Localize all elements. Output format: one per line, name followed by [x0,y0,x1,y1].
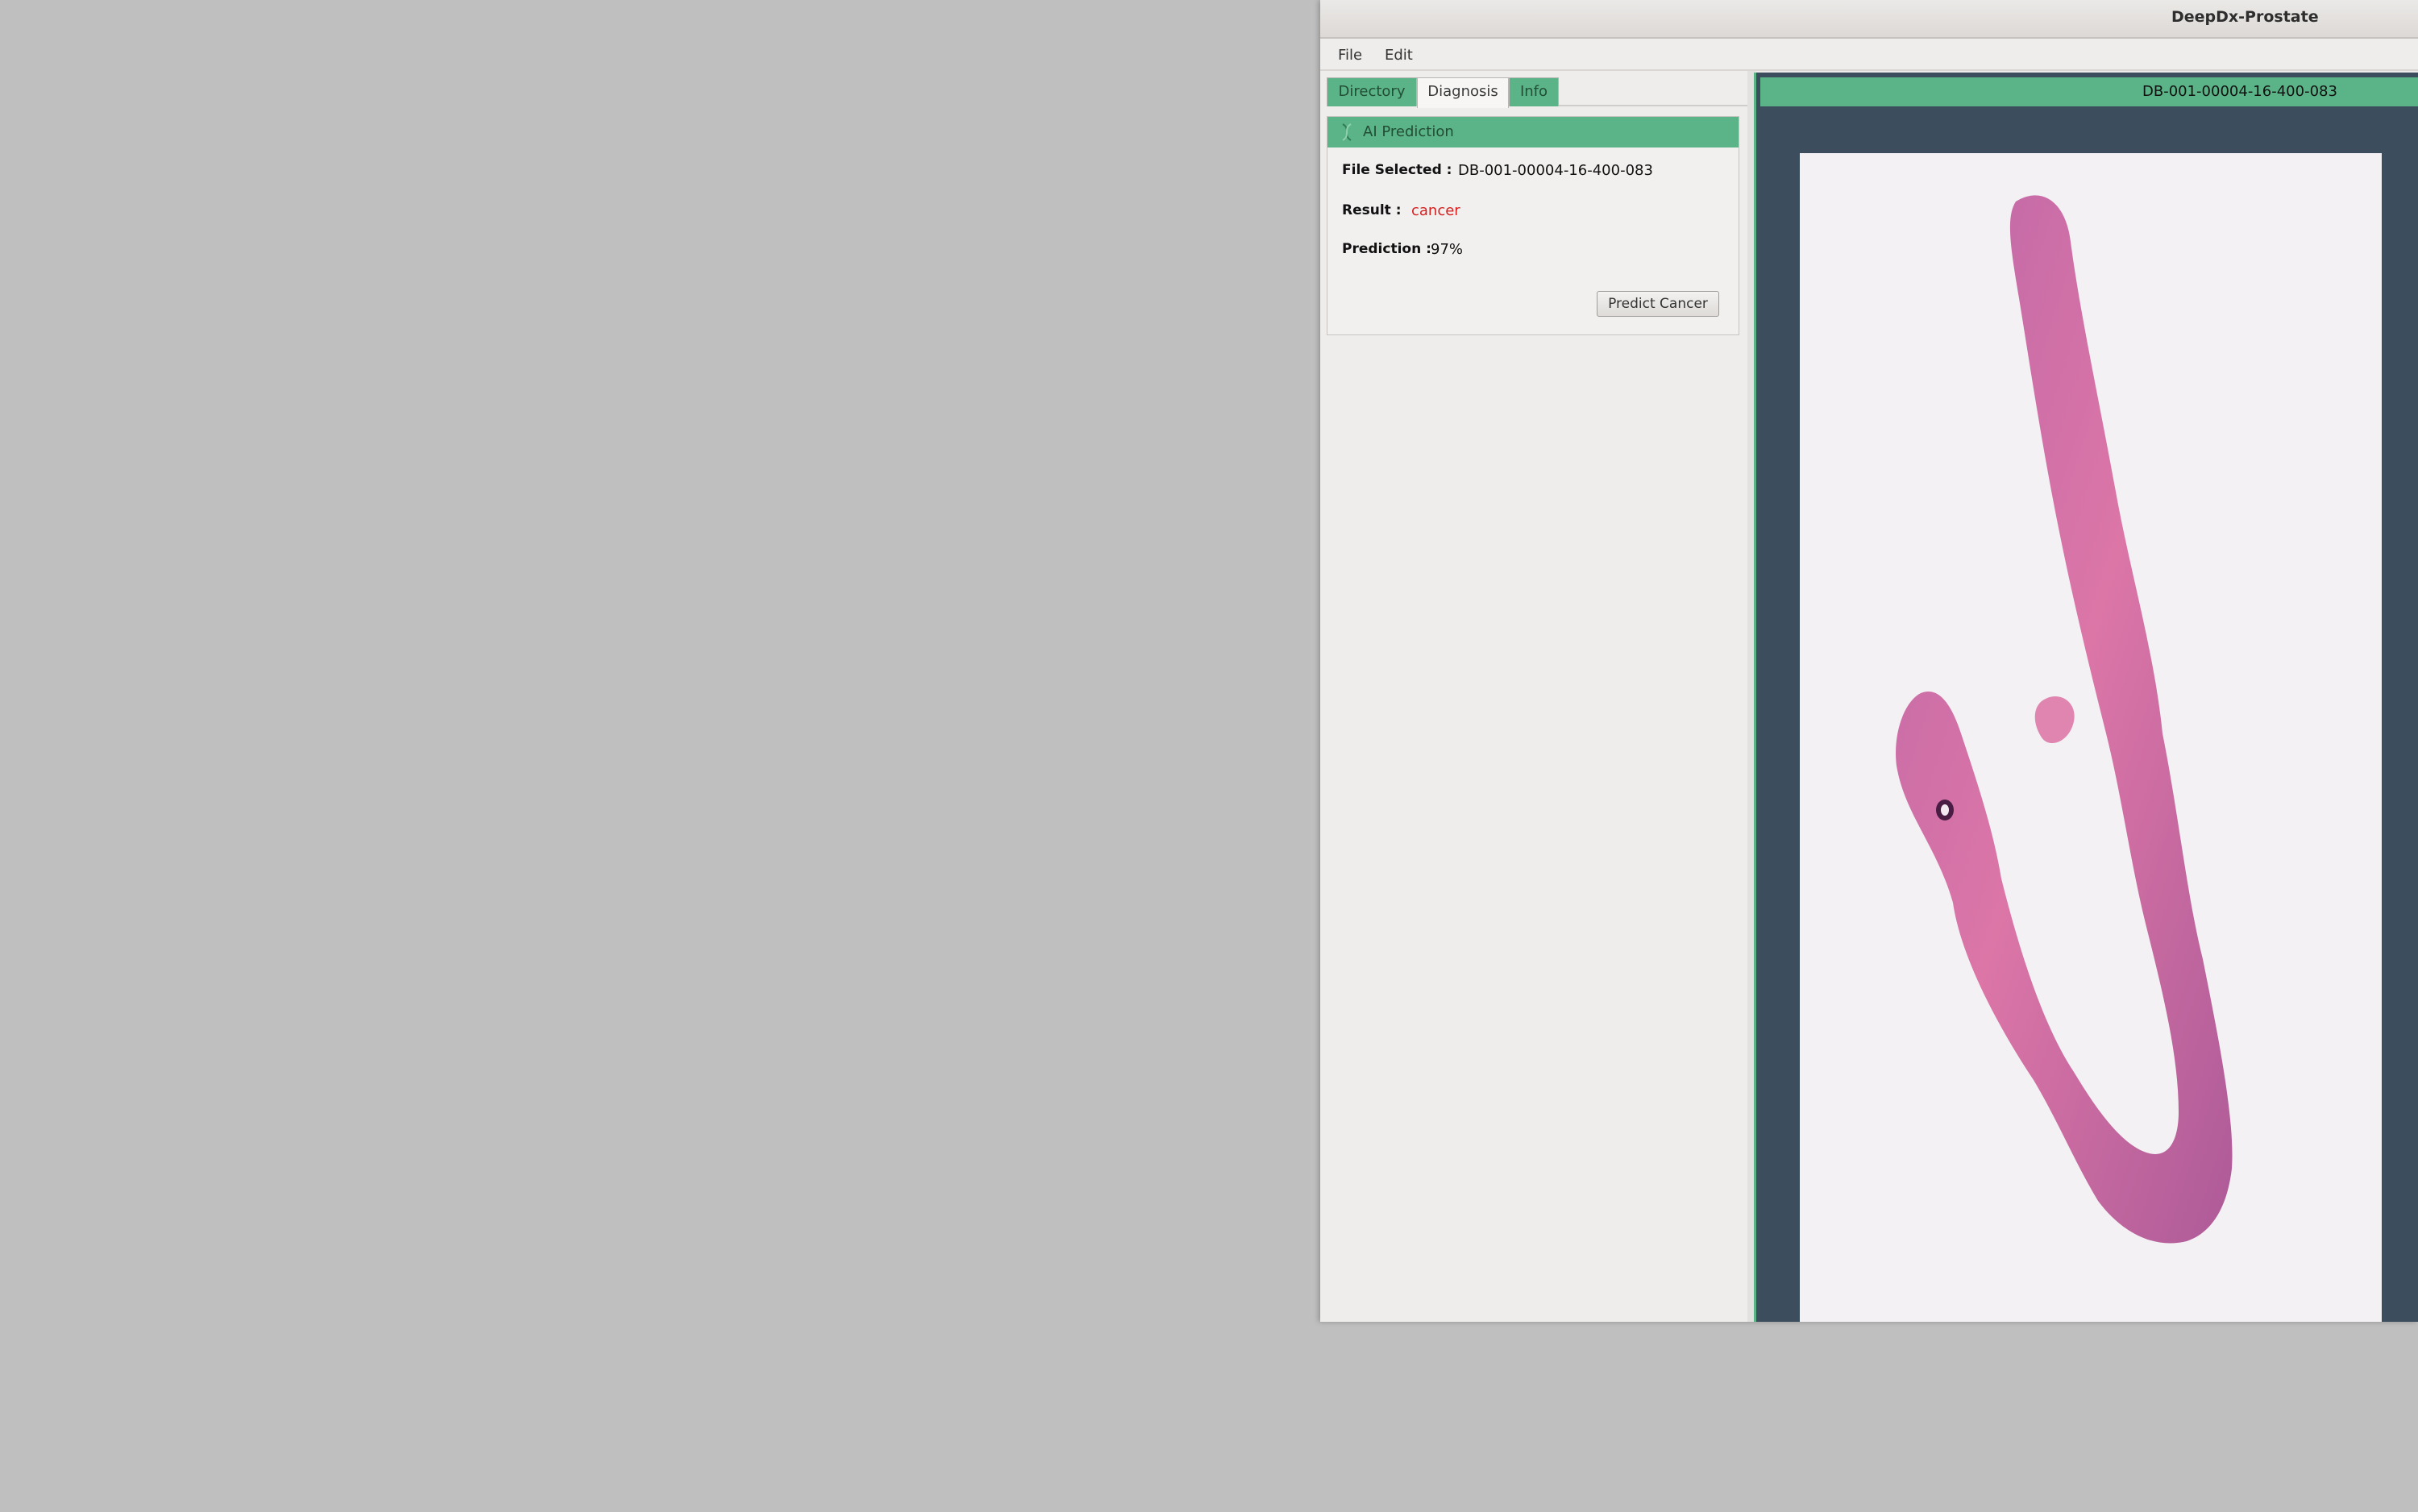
app-window: DeepDx-Prostate File Edit Directory Diag… [1320,0,2418,1322]
ai-prediction-panel: AI Prediction File Selected : DB-001-000… [1327,116,1739,335]
viewer-file-name: DB-001-00004-16-400-083 [2142,83,2337,100]
prediction-value: 97% [1431,241,1464,258]
tab-directory[interactable]: Directory [1327,77,1417,106]
file-selected-value: DB-001-00004-16-400-083 [1458,162,1653,179]
result-value: cancer [1411,202,1460,219]
result-label: Result : [1342,202,1402,218]
tab-bar: Directory Diagnosis Info [1327,77,1747,108]
slide-viewer[interactable]: DB-001-00004-16-400-083 [1754,73,2418,1322]
tissue-fragment [2034,696,2075,744]
menu-file[interactable]: File [1338,47,1362,64]
ai-prediction-title: AI Prediction [1363,123,1454,140]
ai-prediction-header: AI Prediction [1327,117,1739,147]
slide-image[interactable] [1800,153,2382,1322]
title-bar[interactable]: DeepDx-Prostate [1320,0,2418,39]
prediction-label: Prediction : [1342,241,1431,257]
tab-diagnosis[interactable]: Diagnosis [1417,77,1509,108]
menu-edit[interactable]: Edit [1385,47,1413,64]
predict-cancer-button[interactable]: Predict Cancer [1597,291,1719,317]
tissue-image [1896,195,2233,1244]
menu-bar: File Edit [1320,39,2418,71]
dna-icon [1342,123,1352,141]
tab-info[interactable]: Info [1509,77,1559,106]
file-selected-label: File Selected : [1342,162,1452,178]
left-panel: Directory Diagnosis Info AI Prediction F… [1327,73,1749,1322]
window-title: DeepDx-Prostate [2171,8,2319,26]
viewer-header: DB-001-00004-16-400-083 [1760,77,2418,106]
